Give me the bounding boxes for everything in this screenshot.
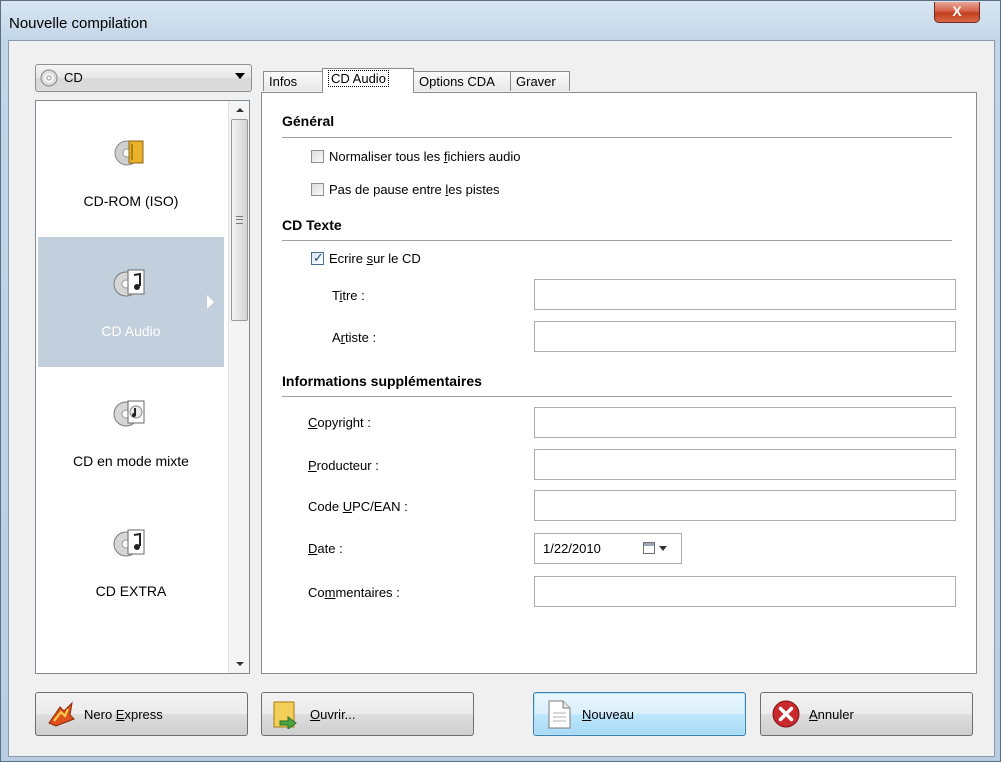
artist-label: Artiste : xyxy=(332,330,377,345)
date-value: 1/22/2010 xyxy=(543,541,601,556)
comments-field[interactable] xyxy=(534,576,956,607)
new-button[interactable]: Nouveau xyxy=(533,692,746,736)
close-button[interactable]: X xyxy=(934,2,980,23)
media-type-dropdown[interactable]: CD xyxy=(35,64,252,92)
nero-express-icon xyxy=(48,701,75,727)
section-heading-cd-text: CD Texte xyxy=(282,217,342,233)
compilation-type-list[interactable]: CD-ROM (ISO) CD Audio CD en mode mixte C… xyxy=(35,100,250,674)
tab-graver[interactable]: Graver xyxy=(510,71,570,91)
tab-infos[interactable]: Infos xyxy=(263,71,323,91)
title-field[interactable] xyxy=(534,279,956,310)
divider xyxy=(282,240,952,241)
divider xyxy=(282,137,952,138)
new-document-icon xyxy=(548,700,571,729)
scroll-down-button[interactable] xyxy=(229,656,249,673)
cd-extra-icon xyxy=(113,529,145,557)
cd-audio-panel: Général Normaliser tous les fichiers aud… xyxy=(261,92,977,674)
list-item-cd-mixed-mode[interactable]: CD en mode mixte xyxy=(38,367,224,497)
chevron-down-icon xyxy=(235,73,245,79)
checkbox-box[interactable] xyxy=(311,150,324,163)
window-title: Nouvelle compilation xyxy=(9,15,148,32)
checkbox-label: Normaliser tous les fichiers audio xyxy=(329,149,521,164)
vertical-scrollbar[interactable] xyxy=(228,101,249,673)
tab-label: Infos xyxy=(269,74,298,89)
button-label: Ouvrir... xyxy=(310,707,356,722)
title-label: Titre : xyxy=(332,288,365,303)
upc-ean-label: Code UPC/EAN : xyxy=(308,499,408,514)
chevron-down-icon[interactable] xyxy=(659,546,667,551)
comments-label: Commentaires : xyxy=(308,585,400,600)
tab-cd-audio[interactable]: CD Audio xyxy=(322,68,414,93)
copyright-label: Copyright : xyxy=(308,415,371,430)
copyright-field[interactable] xyxy=(534,407,956,438)
button-label: Nouveau xyxy=(582,707,635,722)
arrow-up-icon xyxy=(236,108,244,112)
cancel-x-icon xyxy=(772,700,800,728)
calendar-icon[interactable] xyxy=(643,542,655,554)
list-item-label: CD EXTRA xyxy=(95,583,167,599)
section-heading-extra-info: Informations supplémentaires xyxy=(282,373,482,389)
cd-mixed-mode-icon xyxy=(113,400,145,427)
list-item-label: CD-ROM (ISO) xyxy=(83,193,179,209)
scroll-thumb[interactable] xyxy=(231,119,248,321)
open-folder-icon xyxy=(273,701,297,729)
tab-label: CD Audio xyxy=(328,70,389,87)
scroll-up-button[interactable] xyxy=(229,101,249,118)
checkbox-box[interactable] xyxy=(311,183,324,196)
list-item-cd-extra[interactable]: CD EXTRA xyxy=(38,497,224,627)
date-picker[interactable]: 1/22/2010 xyxy=(534,533,682,564)
arrow-down-icon xyxy=(236,662,244,666)
checkbox-label: Ecrire sur le CD xyxy=(329,251,421,266)
tab-options-cda[interactable]: Options CDA xyxy=(413,71,511,91)
producer-field[interactable] xyxy=(534,449,956,480)
tab-label: Options CDA xyxy=(419,74,495,89)
nero-express-button[interactable]: Nero Express xyxy=(35,692,248,736)
dialog-client-area: CD CD-ROM (ISO) CD Audio CD en mode mixt… xyxy=(8,40,995,757)
grip-icon xyxy=(236,216,243,224)
cd-audio-icon xyxy=(113,269,145,297)
date-label: Date : xyxy=(308,541,343,556)
checkbox-box[interactable] xyxy=(311,250,324,266)
title-bar: Nouvelle compilation X xyxy=(1,1,1000,39)
button-label: Annuler xyxy=(809,707,854,722)
cd-disc-icon xyxy=(40,69,58,87)
divider xyxy=(282,396,952,397)
list-item-cd-rom-iso[interactable]: CD-ROM (ISO) xyxy=(38,107,224,237)
media-type-value: CD xyxy=(64,70,83,85)
list-item-cd-audio[interactable]: CD Audio xyxy=(38,237,224,367)
selected-indicator-icon xyxy=(207,295,214,309)
section-heading-general: Général xyxy=(282,113,335,129)
upc-ean-field[interactable] xyxy=(534,490,956,521)
button-label: Nero Express xyxy=(84,707,163,722)
artist-field[interactable] xyxy=(534,321,956,352)
list-item-label: CD Audio xyxy=(101,323,161,339)
open-button[interactable]: Ouvrir... xyxy=(261,692,474,736)
cd-rom-iso-icon xyxy=(114,140,144,166)
tab-label: Graver xyxy=(516,74,556,89)
checkbox-label: Pas de pause entre les pistes xyxy=(329,182,500,197)
cancel-button[interactable]: Annuler xyxy=(760,692,973,736)
producer-label: Producteur : xyxy=(308,458,379,473)
dialog-window: Nouvelle compilation X CD CD-ROM (ISO) C… xyxy=(0,0,1001,762)
list-item-label: CD en mode mixte xyxy=(73,453,189,469)
